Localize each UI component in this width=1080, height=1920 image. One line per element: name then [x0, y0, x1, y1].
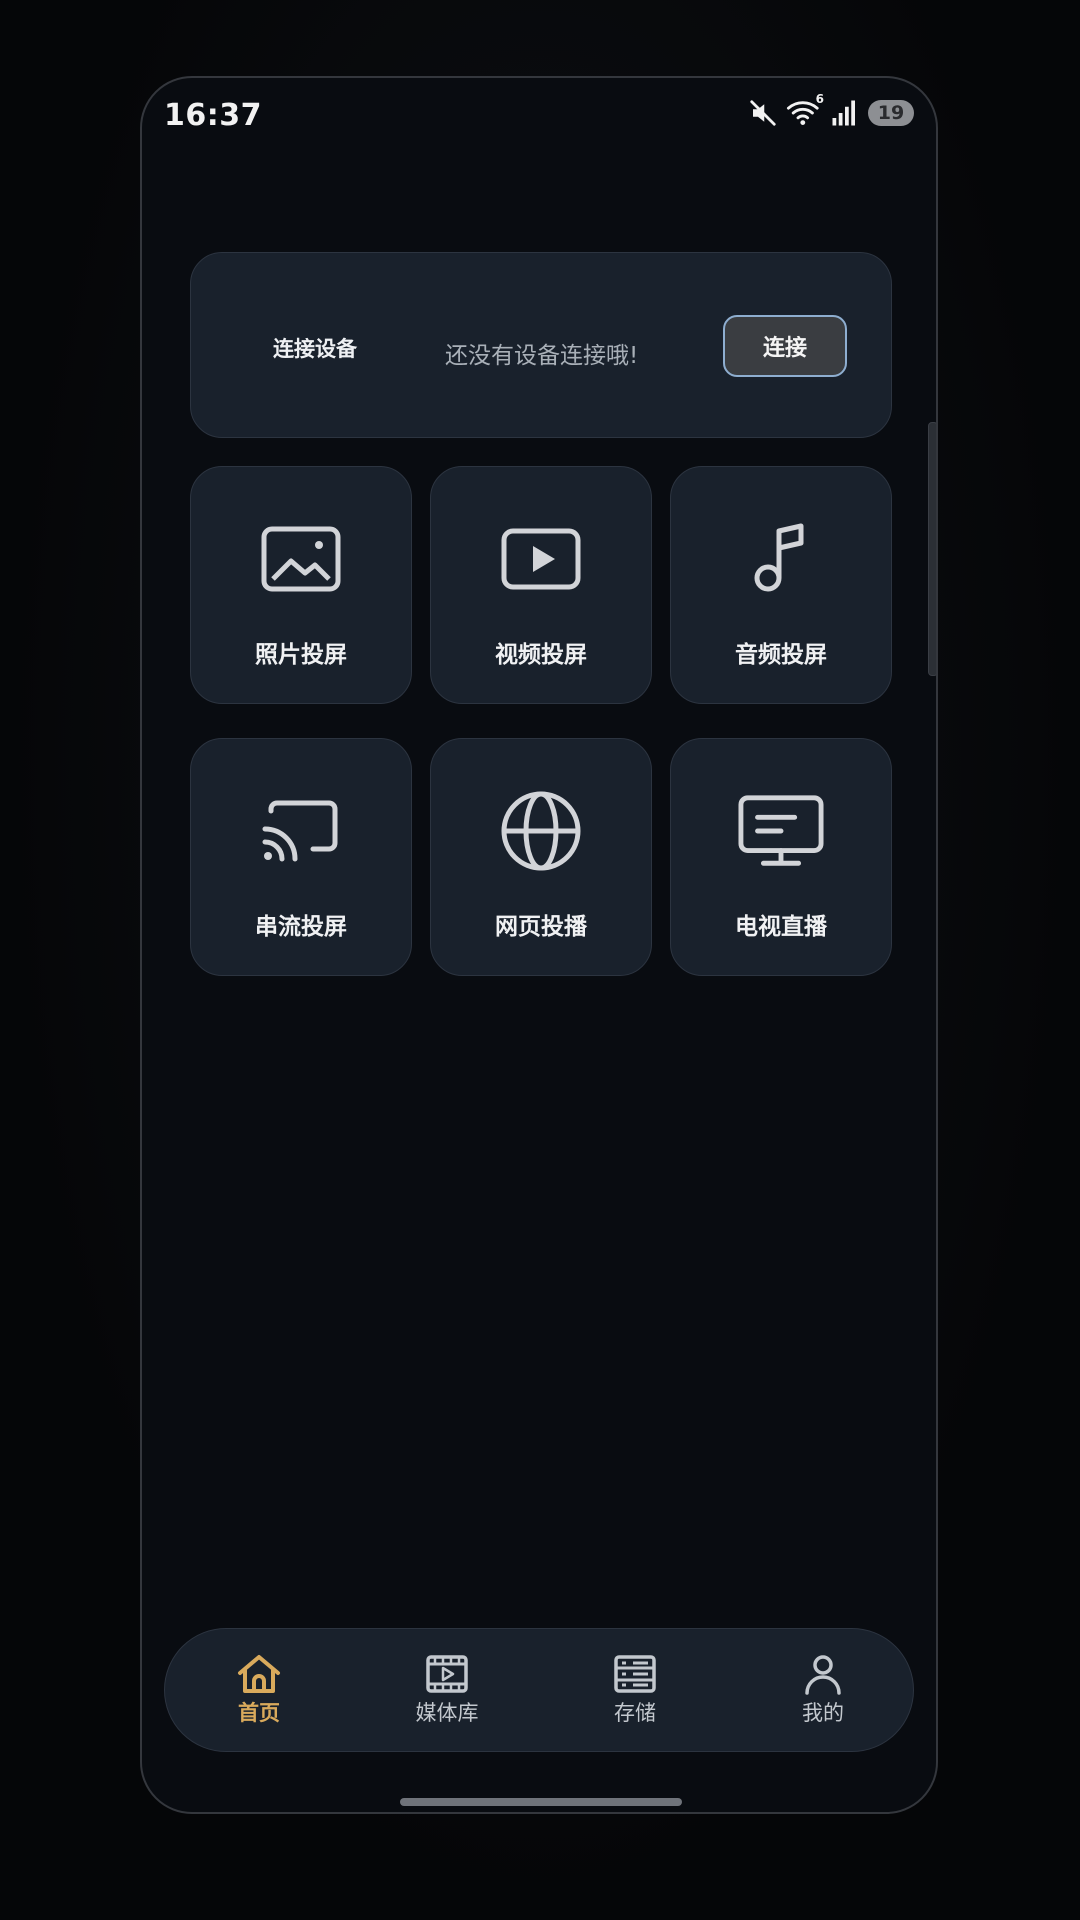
tile-video-cast[interactable]: 视频投屏 — [430, 466, 652, 704]
bottom-nav: 首页 媒体库 存储 我的 — [164, 1628, 914, 1752]
tile-label: 视频投屏 — [495, 642, 587, 668]
status-time: 16:37 — [164, 98, 262, 133]
connect-title: 连接设备 — [273, 337, 357, 361]
cast-icon — [258, 791, 344, 871]
music-note-icon — [738, 519, 824, 599]
media-library-icon — [426, 1655, 468, 1693]
connect-device-card: 连接设备 还没有设备连接哦! 连接 — [190, 252, 892, 438]
connect-button[interactable]: 连接 — [723, 315, 847, 377]
network-badge: 6 — [815, 92, 824, 106]
storage-icon — [614, 1655, 656, 1693]
nav-label: 我的 — [802, 1701, 844, 1725]
tile-audio-cast[interactable]: 音频投屏 — [670, 466, 892, 704]
image-icon — [258, 519, 344, 599]
tile-label: 网页投播 — [495, 914, 587, 940]
connection-status: 还没有设备连接哦! — [445, 343, 639, 369]
tile-label: 照片投屏 — [255, 642, 347, 668]
tile-label: 串流投屏 — [255, 914, 347, 940]
nav-label: 存储 — [614, 1701, 656, 1725]
home-indicator[interactable] — [400, 1798, 682, 1806]
nav-label: 媒体库 — [415, 1701, 479, 1725]
battery-icon: 19 — [868, 100, 914, 126]
tile-stream-cast[interactable]: 串流投屏 — [190, 738, 412, 976]
nav-label: 首页 — [238, 1701, 280, 1725]
nav-item-media-library[interactable]: 媒体库 — [387, 1653, 507, 1733]
tile-web-cast[interactable]: 网页投播 — [430, 738, 652, 976]
profile-icon — [805, 1655, 841, 1695]
home-icon — [238, 1655, 280, 1693]
mute-icon — [748, 98, 778, 128]
tile-photo-cast[interactable]: 照片投屏 — [190, 466, 412, 704]
phone-screen: 16:37 6 19 连接设备 还没有设备连接哦! 连接 照片投屏 视频投屏 音… — [140, 76, 938, 1814]
scrollbar[interactable] — [928, 422, 936, 676]
globe-icon — [498, 791, 584, 871]
tile-label: 电视直播 — [735, 914, 827, 940]
status-bar: 16:37 6 19 — [142, 78, 936, 148]
nav-item-profile[interactable]: 我的 — [763, 1653, 883, 1733]
tv-monitor-icon — [738, 791, 824, 871]
video-play-icon — [498, 519, 584, 599]
tile-label: 音频投屏 — [735, 642, 827, 668]
tile-tv-live[interactable]: 电视直播 — [670, 738, 892, 976]
wifi-icon: 6 — [786, 92, 824, 128]
status-icons: 6 19 — [748, 92, 914, 128]
nav-item-home[interactable]: 首页 — [199, 1653, 319, 1733]
nav-item-storage[interactable]: 存储 — [575, 1653, 695, 1733]
signal-icon — [830, 99, 860, 127]
